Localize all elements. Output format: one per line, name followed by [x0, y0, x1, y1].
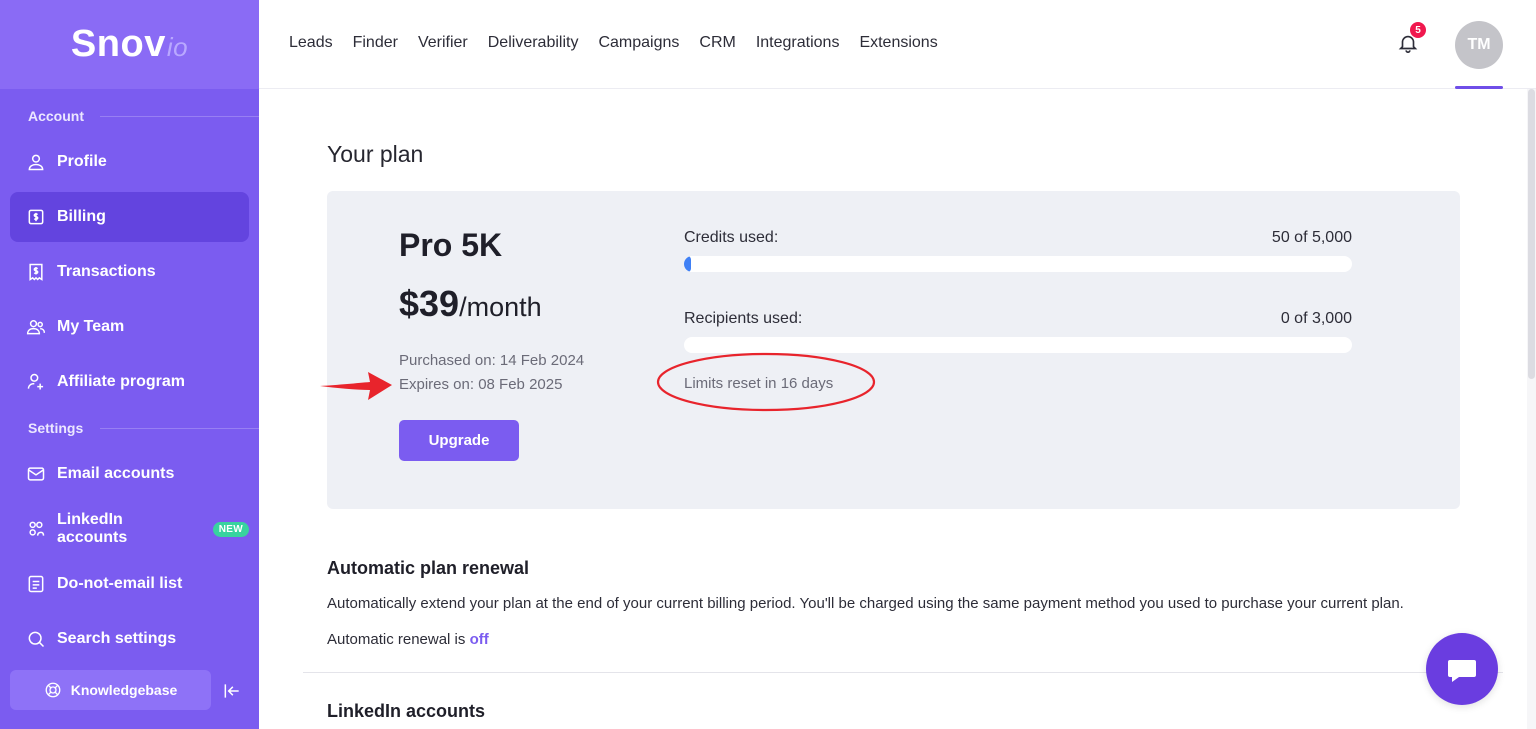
top-navigation-bar: Leads Finder Verifier Deliverability Cam…: [259, 0, 1536, 89]
notification-count-badge: 5: [1410, 22, 1426, 38]
collapse-sidebar-button[interactable]: [221, 680, 243, 702]
user-plus-icon: [26, 372, 46, 392]
linkedin-section-title: LinkedIn accounts: [327, 701, 486, 721]
credits-progress-bar: [684, 256, 1352, 272]
sidebar-item-my-team[interactable]: My Team: [10, 302, 249, 352]
sidebar-item-profile[interactable]: Profile: [10, 137, 249, 187]
section-divider: [100, 428, 259, 429]
nav-leads[interactable]: Leads: [289, 34, 333, 52]
plan-card: Pro 5K $39/month Purchased on: 14 Feb 20…: [327, 191, 1460, 509]
plan-name: Pro 5K: [399, 227, 503, 263]
purchased-date: Purchased on: 14 Feb 2024: [399, 352, 585, 369]
page-title: Your plan: [327, 141, 424, 167]
lifebuoy-icon: [45, 682, 61, 698]
nav-finder[interactable]: Finder: [353, 34, 398, 52]
renewal-status-toggle[interactable]: off: [470, 631, 489, 648]
annotation-ellipse: [656, 352, 876, 412]
top-nav-links: Leads Finder Verifier Deliverability Cam…: [289, 34, 938, 52]
scrollbar-thumb[interactable]: [1528, 89, 1535, 379]
search-icon: [26, 629, 46, 649]
nav-deliverability[interactable]: Deliverability: [488, 34, 579, 52]
nav-verifier[interactable]: Verifier: [418, 34, 468, 52]
nav-integrations[interactable]: Integrations: [756, 34, 840, 52]
nav-campaigns[interactable]: Campaigns: [598, 34, 679, 52]
user-icon: [26, 152, 46, 172]
credits-used-label: Credits used:: [684, 229, 779, 246]
snovio-logo[interactable]: Snovio: [71, 23, 188, 66]
list-doc-icon: [26, 574, 46, 594]
people-icon: [26, 519, 46, 539]
section-divider: [100, 116, 259, 117]
recipients-used-value: 0 of 3,000: [1280, 310, 1352, 327]
recipients-progress-bar: [684, 337, 1352, 353]
avatar-active-indicator: [1455, 86, 1503, 89]
sidebar-item-transactions[interactable]: Transactions: [10, 247, 249, 297]
chat-icon: [1448, 660, 1476, 682]
chat-widget-button[interactable]: [1426, 633, 1498, 705]
nav-extensions[interactable]: Extensions: [859, 34, 937, 52]
knowledgebase-button[interactable]: Knowledgebase: [10, 670, 211, 710]
recipients-used-label: Recipients used:: [684, 310, 803, 327]
renewal-section-title: Automatic plan renewal: [327, 558, 530, 578]
page-scrollbar[interactable]: [1527, 89, 1536, 729]
sidebar-item-do-not-email-list[interactable]: Do-not-email list: [10, 559, 249, 609]
team-icon: [26, 317, 46, 337]
mail-icon: [26, 464, 46, 484]
plan-price: $39/month: [399, 283, 542, 324]
credits-used-value: 50 of 5,000: [1271, 229, 1352, 246]
credits-progress-fill: [684, 256, 691, 272]
user-avatar[interactable]: TM: [1455, 21, 1503, 69]
expiry-date: Expires on: 08 Feb 2025: [399, 376, 563, 393]
sidebar-item-billing[interactable]: Billing: [10, 192, 249, 242]
collapse-left-icon: [224, 684, 239, 698]
sidebar-item-search-settings[interactable]: Search settings: [10, 614, 249, 664]
receipt-icon: [26, 262, 46, 282]
dollar-square-icon: [26, 207, 46, 227]
renewal-status: Automatic renewal is off: [327, 631, 489, 648]
sidebar-item-affiliate-program[interactable]: Affiliate program: [10, 357, 249, 407]
settings-section-label: Settings: [28, 420, 84, 436]
renewal-description: Automatically extend your plan at the en…: [327, 595, 1404, 612]
nav-crm[interactable]: CRM: [699, 34, 735, 52]
sidebar: Snovio Account Profile Billing Transacti…: [0, 0, 259, 729]
account-section-label: Account: [28, 108, 84, 124]
new-badge: NEW: [212, 521, 249, 537]
section-divider: [303, 672, 1503, 673]
annotation-arrow: [320, 372, 392, 400]
logo-area[interactable]: Snovio: [0, 0, 259, 89]
sidebar-item-linkedin-accounts[interactable]: LinkedIn accounts NEW: [10, 504, 249, 554]
sidebar-item-email-accounts[interactable]: Email accounts: [10, 449, 249, 499]
upgrade-button[interactable]: Upgrade: [399, 420, 519, 461]
